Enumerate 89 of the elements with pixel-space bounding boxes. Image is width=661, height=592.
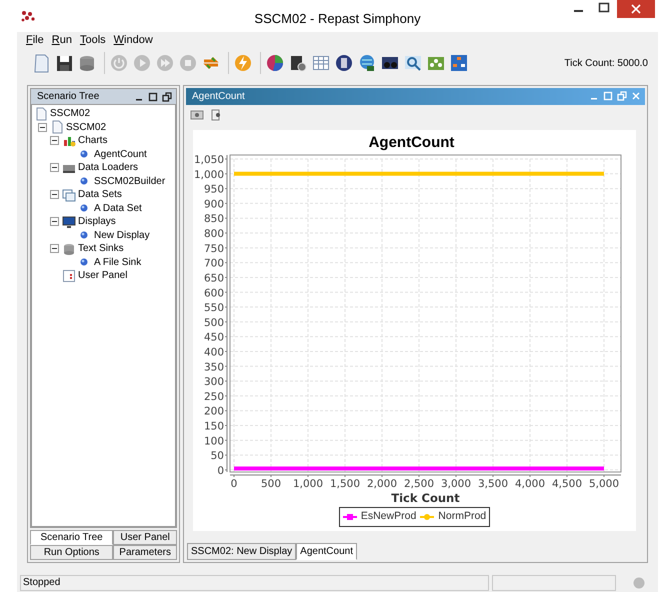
collapse-toggle-icon[interactable] (50, 163, 59, 172)
database-icon (62, 242, 76, 256)
status-indicator-icon (633, 577, 645, 589)
collapse-toggle-icon[interactable] (50, 217, 59, 226)
y-tick-label: 450 (204, 332, 224, 344)
maximize-icon[interactable] (148, 92, 158, 102)
image-icon[interactable] (190, 109, 204, 122)
tree-item[interactable]: AgentCount (94, 146, 147, 162)
y-tick-label: 400 (204, 346, 224, 359)
x-tick-label: 500 (260, 478, 282, 490)
legend-label: EsNewProd (360, 509, 416, 524)
y-tick-label: 850 (204, 213, 224, 226)
tick-count-label: Tick Count: 5000.0 (564, 56, 648, 70)
y-tick-label: 100 (204, 436, 224, 448)
panel-title: AgentCount (192, 90, 245, 104)
tab[interactable]: SSCM02: New Display (187, 543, 296, 560)
collapse-toggle-icon[interactable] (50, 136, 59, 146)
tree-item[interactable]: Data Sets (78, 187, 122, 202)
database-icon[interactable] (77, 53, 97, 73)
app-logo-icon (21, 10, 35, 22)
collapse-toggle-icon[interactable] (38, 122, 47, 132)
y-tick-label: 50 (210, 450, 224, 462)
close-icon[interactable] (631, 4, 641, 14)
y-tick-label: 550 (204, 302, 224, 314)
tree-item[interactable]: User Panel (78, 268, 128, 284)
x-tick-label: 3,500 (478, 478, 508, 490)
y-tick-label: 800 (204, 228, 224, 240)
y-tick-label: 350 (204, 362, 224, 374)
tab[interactable]: Parameters (113, 545, 177, 560)
x-tick-label: 2,000 (366, 478, 398, 490)
y-tick-label: 250 (204, 391, 224, 404)
tree-item[interactable]: Text Sinks (78, 241, 124, 256)
x-tick-label: 3,000 (440, 478, 472, 490)
y-tick-label: 150 (204, 420, 224, 433)
document-icon (50, 120, 64, 134)
x-tick-label: 5,000 (588, 478, 619, 490)
window-stack-icon (62, 188, 76, 202)
menu-item[interactable]: Window (110, 32, 158, 49)
y-tick-label: 700 (204, 258, 224, 270)
status-text: Stopped (20, 575, 489, 591)
window-title: SSCM02 - Repast Simphony (254, 11, 421, 26)
x-tick-label: 0 (230, 478, 238, 490)
restore-icon[interactable] (162, 92, 172, 102)
close-button[interactable] (617, 0, 655, 18)
menu-item[interactable]: File (23, 32, 49, 49)
menu-item[interactable]: Tools (76, 32, 111, 49)
collapse-toggle-icon[interactable] (50, 244, 59, 254)
x-tick-label: 1,500 (330, 478, 360, 490)
y-tick-label: 650 (204, 272, 224, 285)
y-tick-label: 900 (204, 198, 224, 211)
x-tick-label: 4,000 (514, 478, 546, 490)
y-tick-label: 0 (217, 465, 224, 478)
x-tick-label: 4,500 (552, 478, 582, 490)
pie-chart-icon[interactable] (265, 53, 285, 73)
y-tick-label: 300 (204, 376, 224, 388)
tab[interactable]: Scenario Tree (30, 530, 114, 545)
y-tick-label: 500 (204, 317, 224, 330)
save-icon[interactable] (54, 53, 74, 73)
tree-item[interactable]: Charts (78, 133, 108, 148)
org-chart-icon[interactable] (449, 53, 469, 73)
menu-item[interactable]: Run (48, 32, 77, 49)
tree-item[interactable]: New Display (94, 228, 150, 243)
tree-item[interactable]: SSCM02 (66, 120, 106, 135)
panel-icon (62, 268, 76, 283)
y-tick-label: 1,050 (194, 154, 224, 166)
tree-item[interactable]: Displays (78, 214, 116, 230)
x-tick-label: 1,000 (292, 478, 324, 490)
monitor-icon (62, 214, 76, 229)
y-tick-label: 600 (204, 288, 224, 300)
tree-item[interactable]: SSCM02Builder (94, 174, 166, 189)
tree-item[interactable]: Data Loaders (78, 160, 138, 176)
tab[interactable]: Run Options (30, 545, 114, 560)
tab[interactable]: AgentCount (296, 543, 357, 560)
legend-label: NormProd (438, 509, 486, 524)
x-axis-title: Tick Count (391, 491, 460, 506)
properties-icon[interactable] (210, 108, 222, 122)
x-tick-label: 2,500 (404, 478, 434, 490)
y-tick-label: 200 (204, 406, 224, 418)
collapse-toggle-icon[interactable] (50, 190, 59, 200)
magnifier-icon[interactable] (403, 53, 423, 73)
y-tick-label: 1,000 (194, 169, 224, 182)
tree-item[interactable]: A File Sink (94, 254, 142, 270)
panel-title: Scenario Tree (37, 90, 100, 104)
tree-item[interactable]: SSCM02 (50, 106, 90, 122)
y-tick-label: 950 (204, 184, 224, 196)
tree-item[interactable]: A Data Set (94, 200, 142, 216)
y-tick-label: 750 (204, 243, 224, 256)
chart-title: AgentCount (368, 134, 454, 152)
tab[interactable]: User Panel (113, 530, 177, 545)
